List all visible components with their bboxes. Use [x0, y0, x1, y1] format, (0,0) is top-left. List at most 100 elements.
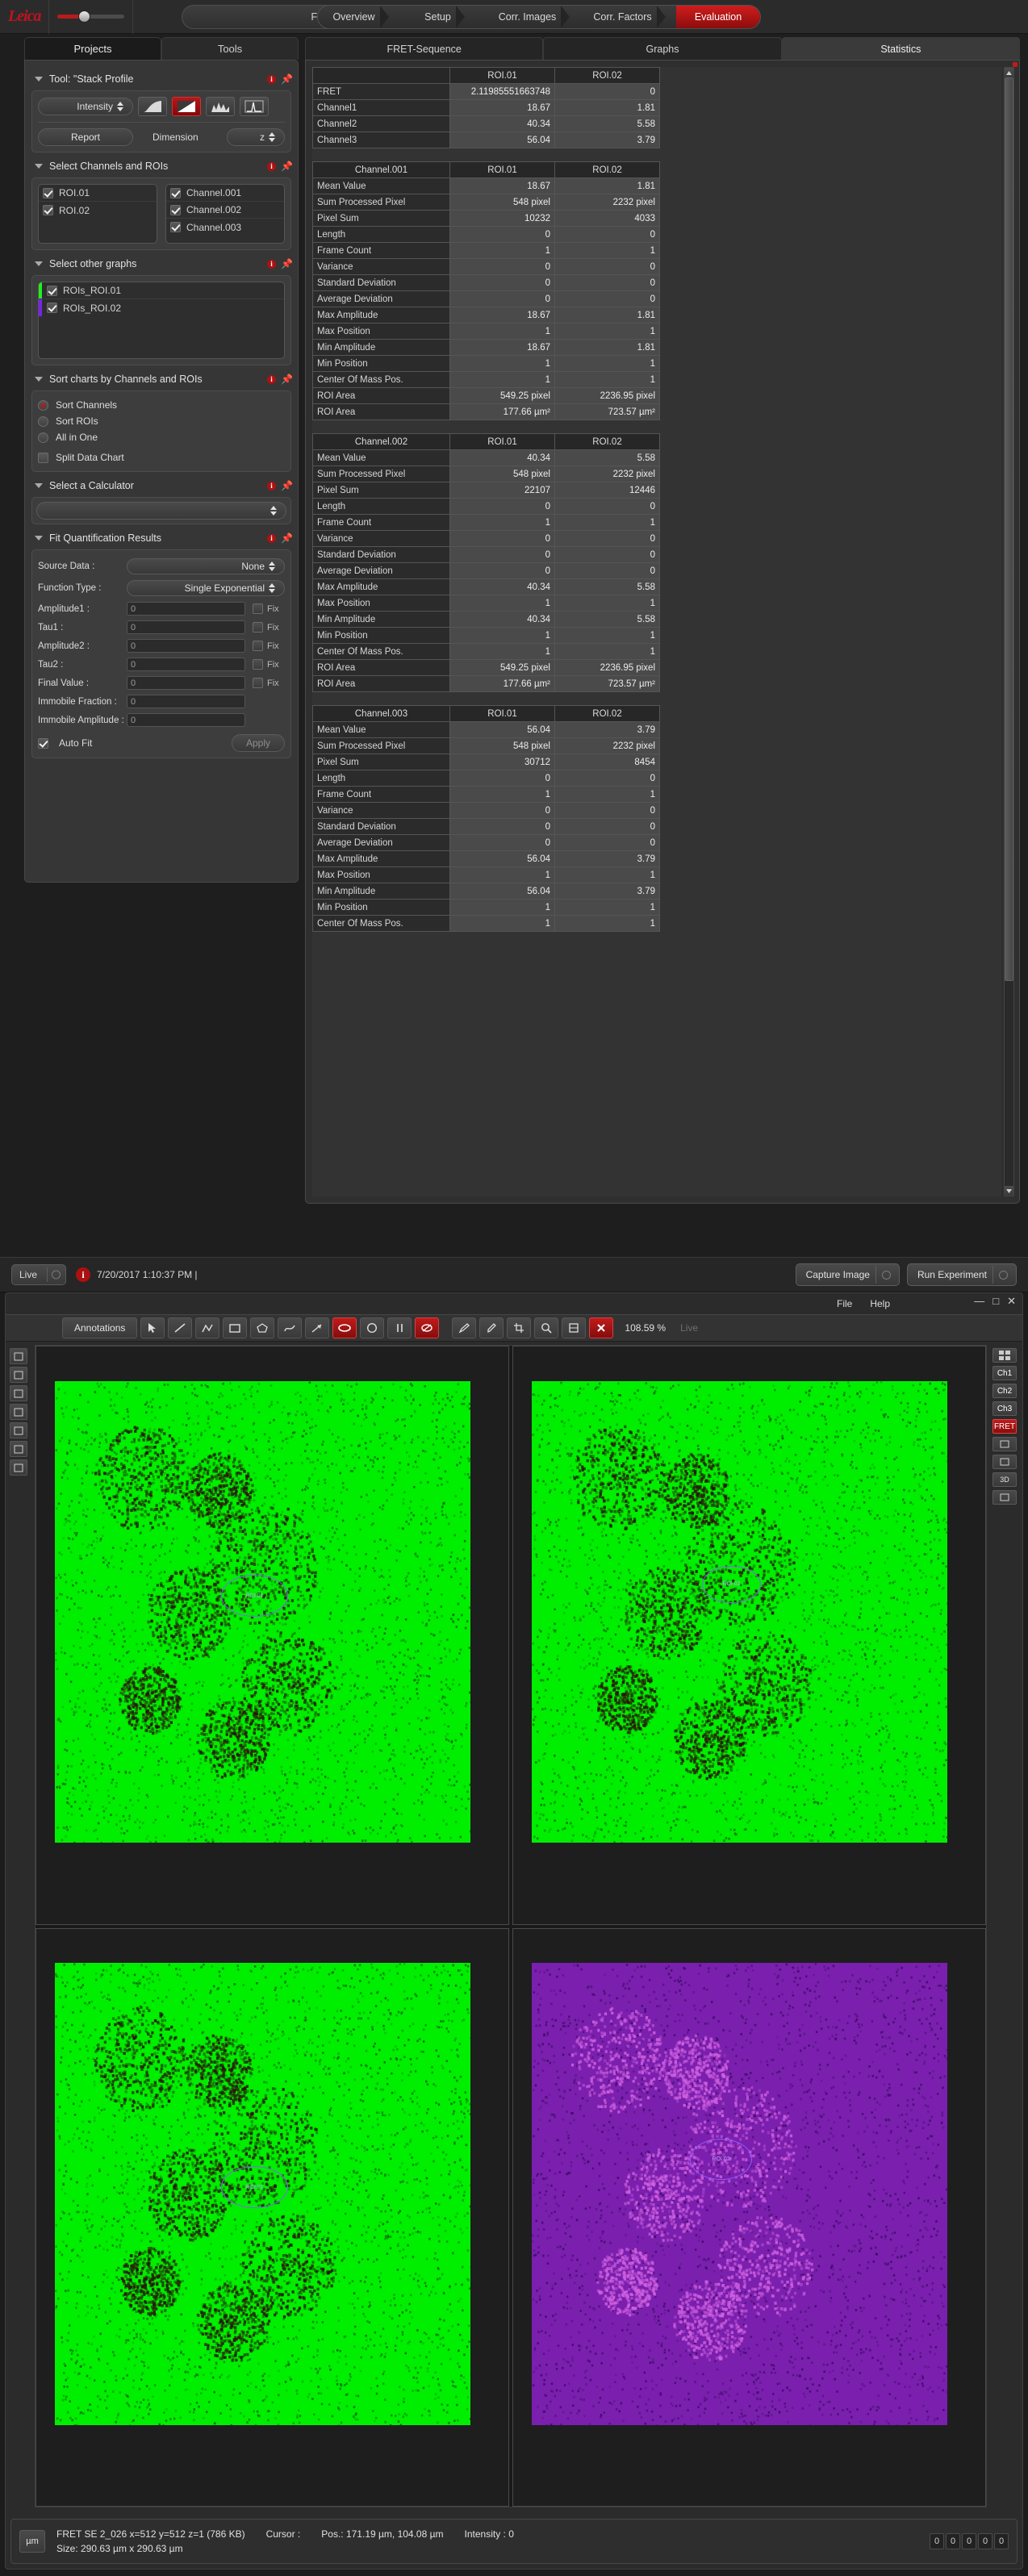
- intensity-combo[interactable]: Intensity: [38, 98, 133, 115]
- fit-field-input[interactable]: 0: [127, 676, 245, 690]
- table-row[interactable]: Variance 0 0: [312, 802, 660, 819]
- table-row[interactable]: Center Of Mass Pos. 1 1: [312, 915, 660, 932]
- collapse-triangle-icon[interactable]: [35, 164, 43, 169]
- minimize-icon[interactable]: —: [974, 1296, 984, 1306]
- circle-icon[interactable]: [360, 1317, 385, 1338]
- list-item[interactable]: ROI.02: [39, 202, 157, 219]
- auto-fit-checkbox[interactable]: [38, 737, 48, 749]
- nav-tab-overview[interactable]: Overview: [318, 6, 402, 28]
- results-panel-tabs[interactable]: FRET-Sequence Graphs Statistics: [305, 37, 1020, 60]
- arrow-icon[interactable]: [305, 1317, 330, 1338]
- 3D-button[interactable]: 3D: [992, 1472, 1017, 1487]
- statistics-scrollbar[interactable]: [1004, 67, 1014, 1196]
- table-row[interactable]: Frame Count 1 1: [312, 514, 660, 531]
- image-canvas[interactable]: ROI.01 ROI.02 ROI.01 ROI.02: [35, 1345, 987, 2507]
- zoom-fit-icon[interactable]: [562, 1317, 587, 1338]
- peak-icon[interactable]: [240, 97, 269, 116]
- collapse-triangle-icon[interactable]: [35, 77, 43, 81]
- crop-icon[interactable]: [507, 1317, 532, 1338]
- checkbox[interactable]: [43, 187, 53, 198]
- table-row[interactable]: ROI Area 549.25 pixel 2236.95 pixel: [312, 387, 660, 404]
- fit-field-input[interactable]: 0: [127, 713, 245, 727]
- pin-icon[interactable]: 📌: [281, 73, 293, 85]
- radio-option[interactable]: Sort Channels: [38, 397, 285, 413]
- info-icon[interactable]: i: [267, 533, 276, 543]
- panel-fret[interactable]: ROI.02: [512, 1927, 986, 2507]
- fit-field-input[interactable]: 0: [127, 658, 245, 671]
- tab-statistics[interactable]: Statistics: [781, 37, 1020, 60]
- table-row[interactable]: Min Position 1 1: [312, 627, 660, 644]
- slider-knob[interactable]: [78, 10, 90, 23]
- delete-icon[interactable]: [415, 1317, 440, 1338]
- table-row[interactable]: Sum Processed Pixel 548 pixel 2232 pixel: [312, 737, 660, 754]
- fit-field-input[interactable]: 0: [127, 620, 245, 634]
- table-row[interactable]: Sum Processed Pixel 548 pixel 2232 pixel: [312, 194, 660, 211]
- table-row[interactable]: Average Deviation 0 0: [312, 562, 660, 579]
- tab-projects[interactable]: Projects: [24, 37, 161, 60]
- nav-tab-corr-images[interactable]: Corr. Images: [486, 6, 581, 28]
- capture-image-button[interactable]: Capture Image: [795, 1263, 900, 1286]
- roi-ellipse[interactable]: ROI.01: [221, 2166, 288, 2208]
- info-icon[interactable]: i: [267, 161, 276, 171]
- collapse-triangle-icon[interactable]: [35, 536, 43, 541]
- viewer-left-toolbar[interactable]: [6, 1342, 31, 2511]
- info-icon[interactable]: i: [267, 74, 276, 84]
- info-icon[interactable]: i: [267, 481, 276, 491]
- section-header-calculator[interactable]: Select a Calculator i 📌: [31, 477, 293, 495]
- fit-field-input[interactable]: 0: [127, 639, 245, 653]
- table-row[interactable]: Length 0 0: [312, 498, 660, 515]
- scale-icon[interactable]: [10, 1441, 27, 1457]
- fix-checkbox[interactable]: [253, 603, 263, 614]
- checkbox[interactable]: [47, 285, 57, 296]
- scroll-down-icon[interactable]: [1005, 1186, 1013, 1196]
- table-row[interactable]: Frame Count 1 1: [312, 242, 660, 259]
- checkbox[interactable]: [170, 204, 181, 215]
- info-icon[interactable]: i: [267, 259, 276, 269]
- roi-list[interactable]: ROI.01 ROI.02: [38, 184, 157, 244]
- table-row[interactable]: Mean Value 18.67 1.81: [312, 177, 660, 194]
- panel-ch2[interactable]: ROI.02: [512, 1346, 986, 1925]
- radio-button[interactable]: [38, 432, 48, 443]
- panel-ch1[interactable]: ROI.01: [36, 1346, 509, 1925]
- table-row[interactable]: Average Deviation 0 0: [312, 290, 660, 307]
- workflow-tabs[interactable]: Overview Setup Corr. Images Corr. Factors Ev…: [317, 5, 761, 29]
- radio-option[interactable]: All in One: [38, 429, 285, 445]
- export-icon[interactable]: [992, 1490, 1017, 1505]
- collapse-triangle-icon[interactable]: [35, 377, 43, 382]
- panel-ch3[interactable]: ROI.01: [36, 1927, 509, 2507]
- channel-button-ch1[interactable]: Ch1: [992, 1366, 1017, 1380]
- list-item[interactable]: ROIs_ROI.02: [39, 299, 284, 316]
- nav-tab-corr-factors[interactable]: Corr. Factors: [581, 6, 676, 28]
- radio-option[interactable]: Sort ROIs: [38, 413, 285, 429]
- ellipse-filled-icon[interactable]: [332, 1317, 357, 1338]
- annotations-button[interactable]: Annotations: [62, 1317, 138, 1338]
- table-row[interactable]: Min Position 1 1: [312, 355, 660, 372]
- table-row[interactable]: Max Position 1 1: [312, 595, 660, 612]
- table-row[interactable]: Center Of Mass Pos. 1 1: [312, 371, 660, 388]
- grid-icon[interactable]: [992, 1348, 1017, 1363]
- nav-tab-evaluation[interactable]: Evaluation: [676, 6, 760, 28]
- source-data-combo[interactable]: None: [127, 557, 285, 574]
- table-row[interactable]: Max Amplitude 18.67 1.81: [312, 307, 660, 324]
- table-row[interactable]: Pixel Sum 10232 4033: [312, 210, 660, 227]
- left-panel-tabs[interactable]: Projects Tools: [24, 37, 299, 60]
- parallel-icon[interactable]: [387, 1317, 412, 1338]
- stack-icon[interactable]: [992, 1437, 1017, 1451]
- channel-list[interactable]: Channel.001 Channel.002 Channel.003: [165, 184, 285, 244]
- zoom-slider[interactable]: [48, 0, 133, 34]
- checkbox[interactable]: [38, 452, 48, 463]
- table-row[interactable]: Channel2 40.34 5.58: [312, 115, 660, 132]
- scroll-up-icon[interactable]: [1005, 68, 1013, 77]
- unit-button[interactable]: µm: [19, 2530, 45, 2553]
- table-row[interactable]: Standard Deviation 0 0: [312, 274, 660, 291]
- tile-icon[interactable]: [10, 1385, 27, 1401]
- tab-graphs[interactable]: Graphs: [543, 37, 782, 60]
- table-row[interactable]: Max Position 1 1: [312, 323, 660, 340]
- menu-help[interactable]: Help: [870, 1298, 890, 1309]
- pen-icon[interactable]: [452, 1317, 477, 1338]
- image-quad-grid[interactable]: ROI.01 ROI.02 ROI.01 ROI.02: [36, 1346, 986, 2507]
- table-row[interactable]: Average Deviation 0 0: [312, 834, 660, 851]
- tab-tools[interactable]: Tools: [161, 37, 299, 60]
- fix-checkbox[interactable]: [253, 641, 263, 651]
- maximize-icon[interactable]: □: [992, 1296, 999, 1306]
